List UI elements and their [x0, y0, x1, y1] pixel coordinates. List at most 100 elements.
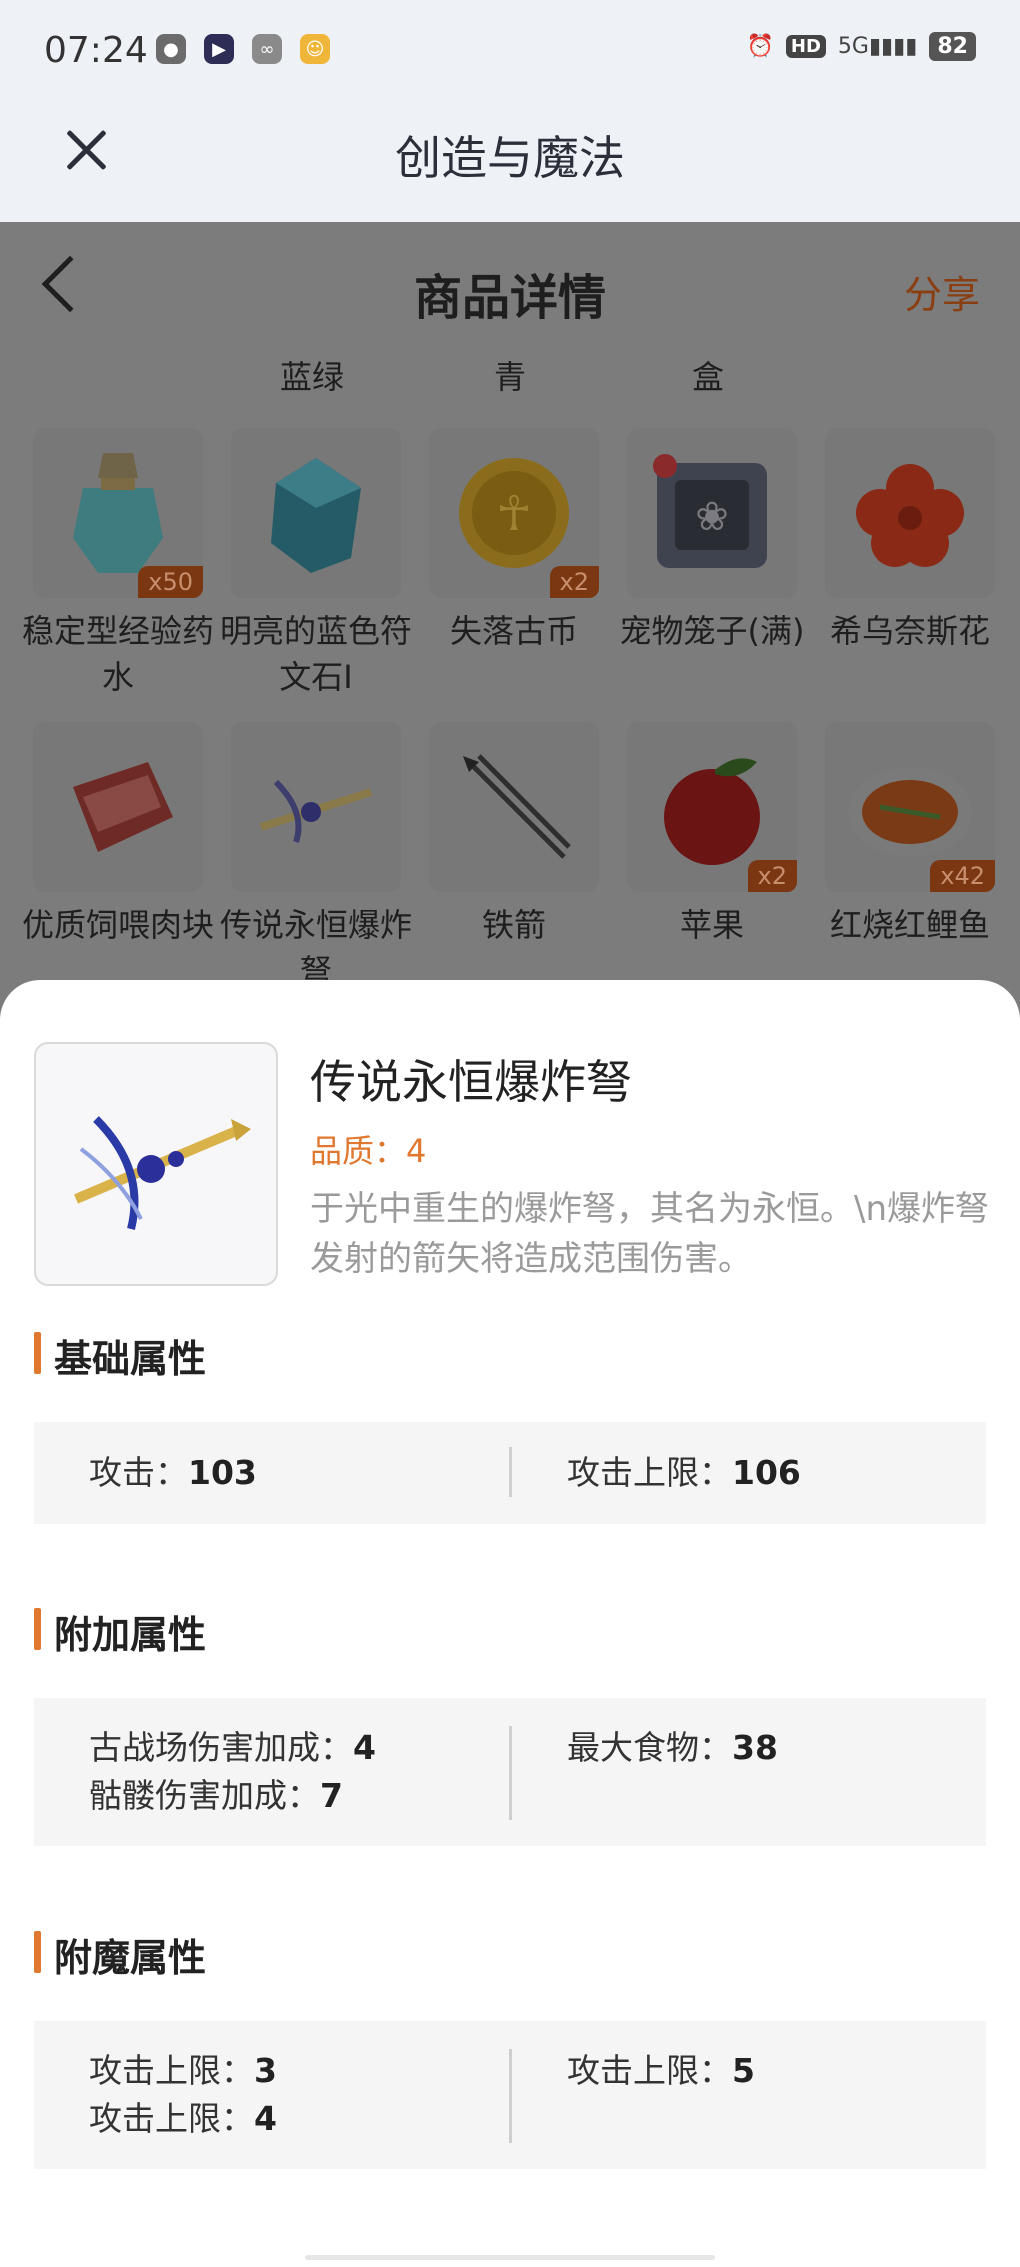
apple-icon: [664, 758, 760, 865]
attr-box-basic: 攻击：103 攻击上限：106: [34, 1422, 986, 1524]
attr-col-right: 最大食物：38: [567, 1724, 778, 1772]
flower-icon: [856, 464, 964, 567]
battery-icon: 82: [929, 32, 976, 61]
signal-icon: 5G▮▮▮▮: [837, 34, 918, 59]
network-type: 5G: [837, 34, 869, 59]
attr-col-right: 攻击上限：106: [567, 1449, 801, 1497]
section-title-enchant: 附魔属性: [34, 1927, 206, 1982]
grid-item[interactable]: 希乌奈斯花: [812, 428, 1008, 654]
grid-item[interactable]: 传说永恒爆炸弩: [218, 722, 414, 994]
crossbow-icon: [259, 779, 373, 843]
item-count-badge: x2: [549, 566, 599, 598]
attr-value: 103: [188, 1453, 257, 1492]
status-right-icons: ⏰ HD 5G▮▮▮▮ 82: [746, 32, 976, 61]
attr-value: 38: [732, 1728, 778, 1767]
attr-value: 106: [732, 1453, 801, 1492]
item-thumb: [33, 722, 203, 892]
grid-item[interactable]: 明亮的蓝色符文石I: [218, 428, 414, 700]
status-time: 07:24: [44, 30, 148, 71]
attr-col-left: 攻击上限：3 攻击上限：4: [89, 2047, 277, 2143]
attr-value: 4: [353, 1728, 376, 1767]
grid-item[interactable]: x42 红烧红鲤鱼: [812, 722, 1008, 948]
attr-row: 古战场伤害加成：4: [89, 1724, 376, 1772]
link-app-icon: ∞: [252, 34, 282, 64]
attr-value: 7: [320, 1776, 343, 1815]
filter-tab-1[interactable]: 蓝绿: [252, 352, 372, 398]
divider: [509, 1726, 512, 1820]
item-thumb: [825, 428, 995, 598]
attr-label: 最大食物：: [567, 1728, 732, 1767]
attr-row: 骷髅伤害加成：7: [89, 1772, 376, 1820]
divider: [509, 1447, 512, 1497]
pet-cage-icon: ❀: [653, 454, 767, 568]
grid-item[interactable]: 铁箭: [416, 722, 612, 948]
grid-item[interactable]: ❀ 宠物笼子(满): [614, 428, 810, 654]
item-title: 传说永恒爆炸弩: [310, 1055, 632, 1109]
item-name: 铁箭: [481, 906, 546, 944]
attr-label: 攻击上限：: [567, 1453, 732, 1492]
attr-value: 4: [254, 2099, 277, 2138]
item-count-badge: x50: [138, 566, 203, 598]
attr-label: 攻击上限：: [89, 2051, 254, 2090]
attr-value: 3: [254, 2051, 277, 2090]
item-quality: 品质：4: [310, 1132, 427, 1170]
item-name: 稳定型经验药水: [21, 612, 214, 696]
item-preview-image: [34, 1042, 278, 1286]
item-name: 苹果: [679, 906, 744, 944]
grid-item[interactable]: 优质饲喂肉块: [20, 722, 216, 948]
crossbow-icon: [74, 1116, 251, 1230]
filter-tab-3[interactable]: 盒: [648, 352, 768, 398]
attr-row: 最大食物：38: [567, 1724, 778, 1772]
notification-icons: ● ▶ ∞ ☺: [156, 34, 330, 64]
status-bar: 07:24 ● ▶ ∞ ☺ ⏰ HD 5G▮▮▮▮ 82: [0, 0, 1020, 100]
home-indicator[interactable]: [305, 2255, 715, 2260]
item-name: 明亮的蓝色符文石I: [219, 612, 412, 696]
attr-col-left: 古战场伤害加成：4 骷髅伤害加成：7: [89, 1724, 376, 1820]
item-thumb: x2: [627, 722, 797, 892]
filter-tab-2[interactable]: 青: [450, 352, 570, 398]
attr-col-right: 攻击上限：5: [567, 2047, 755, 2095]
hd-icon: HD: [785, 35, 826, 58]
attr-label: 攻击：: [89, 1453, 188, 1492]
item-thumb: [231, 722, 401, 892]
grid-item[interactable]: x2 苹果: [614, 722, 810, 948]
item-thumb: x42: [825, 722, 995, 892]
attr-col-left: 攻击：103: [89, 1449, 257, 1497]
item-thumb: ❀: [627, 428, 797, 598]
svg-text:❀: ❀: [695, 494, 729, 540]
app-title: 创造与魔法: [395, 131, 625, 185]
attr-label: 攻击上限：: [567, 2051, 732, 2090]
attr-row: 攻击上限：3: [89, 2047, 277, 2095]
page-title: 商品详情: [413, 270, 606, 326]
grid-item[interactable]: x50 稳定型经验药水: [20, 428, 216, 700]
item-thumb: [429, 722, 599, 892]
section-title-extra: 附加属性: [34, 1604, 206, 1659]
item-name: 宠物笼子(满): [619, 612, 805, 650]
attr-value: 5: [732, 2051, 755, 2090]
filter-tabs: 蓝绿 青 盒: [0, 352, 1020, 402]
item-count-badge: x42: [930, 860, 995, 892]
item-thumb: ☥ x2: [429, 428, 599, 598]
attr-box-enchant: 攻击上限：3 攻击上限：4 攻击上限：5: [34, 2021, 986, 2169]
attr-label: 攻击上限：: [89, 2099, 254, 2138]
item-thumb: [231, 428, 401, 598]
attr-box-extra: 古战场伤害加成：4 骷髅伤害加成：7 最大食物：38: [34, 1698, 986, 1846]
video-app-icon: ▶: [204, 34, 234, 64]
svg-text:☥: ☥: [496, 486, 532, 542]
item-detail-sheet: 传说永恒爆炸弩 品质：4 于光中重生的爆炸弩，其名为永恒。\n爆炸弩发射的箭矢将…: [0, 980, 1020, 2267]
potion-icon: [73, 453, 163, 573]
item-name: 优质饲喂肉块: [21, 906, 214, 944]
game-app-icon: ☺: [300, 34, 330, 64]
attr-row: 攻击：103: [89, 1449, 257, 1497]
attr-row: 攻击上限：4: [89, 2095, 277, 2143]
grid-item[interactable]: ☥ x2 失落古币: [416, 428, 612, 654]
fish-dish-icon: [848, 767, 972, 857]
item-name: 希乌奈斯花: [829, 612, 990, 650]
item-description: 于光中重生的爆炸弩，其名为永恒。\n爆炸弩发射的箭矢将造成范围伤害。: [310, 1189, 990, 1279]
attr-label: 古战场伤害加成：: [89, 1728, 353, 1767]
arrow-icon: [463, 754, 571, 859]
item-name: 失落古币: [449, 612, 578, 650]
attr-row: 攻击上限：106: [567, 1449, 801, 1497]
wechat-icon: ●: [156, 34, 186, 64]
share-button[interactable]: 分享: [904, 264, 980, 319]
